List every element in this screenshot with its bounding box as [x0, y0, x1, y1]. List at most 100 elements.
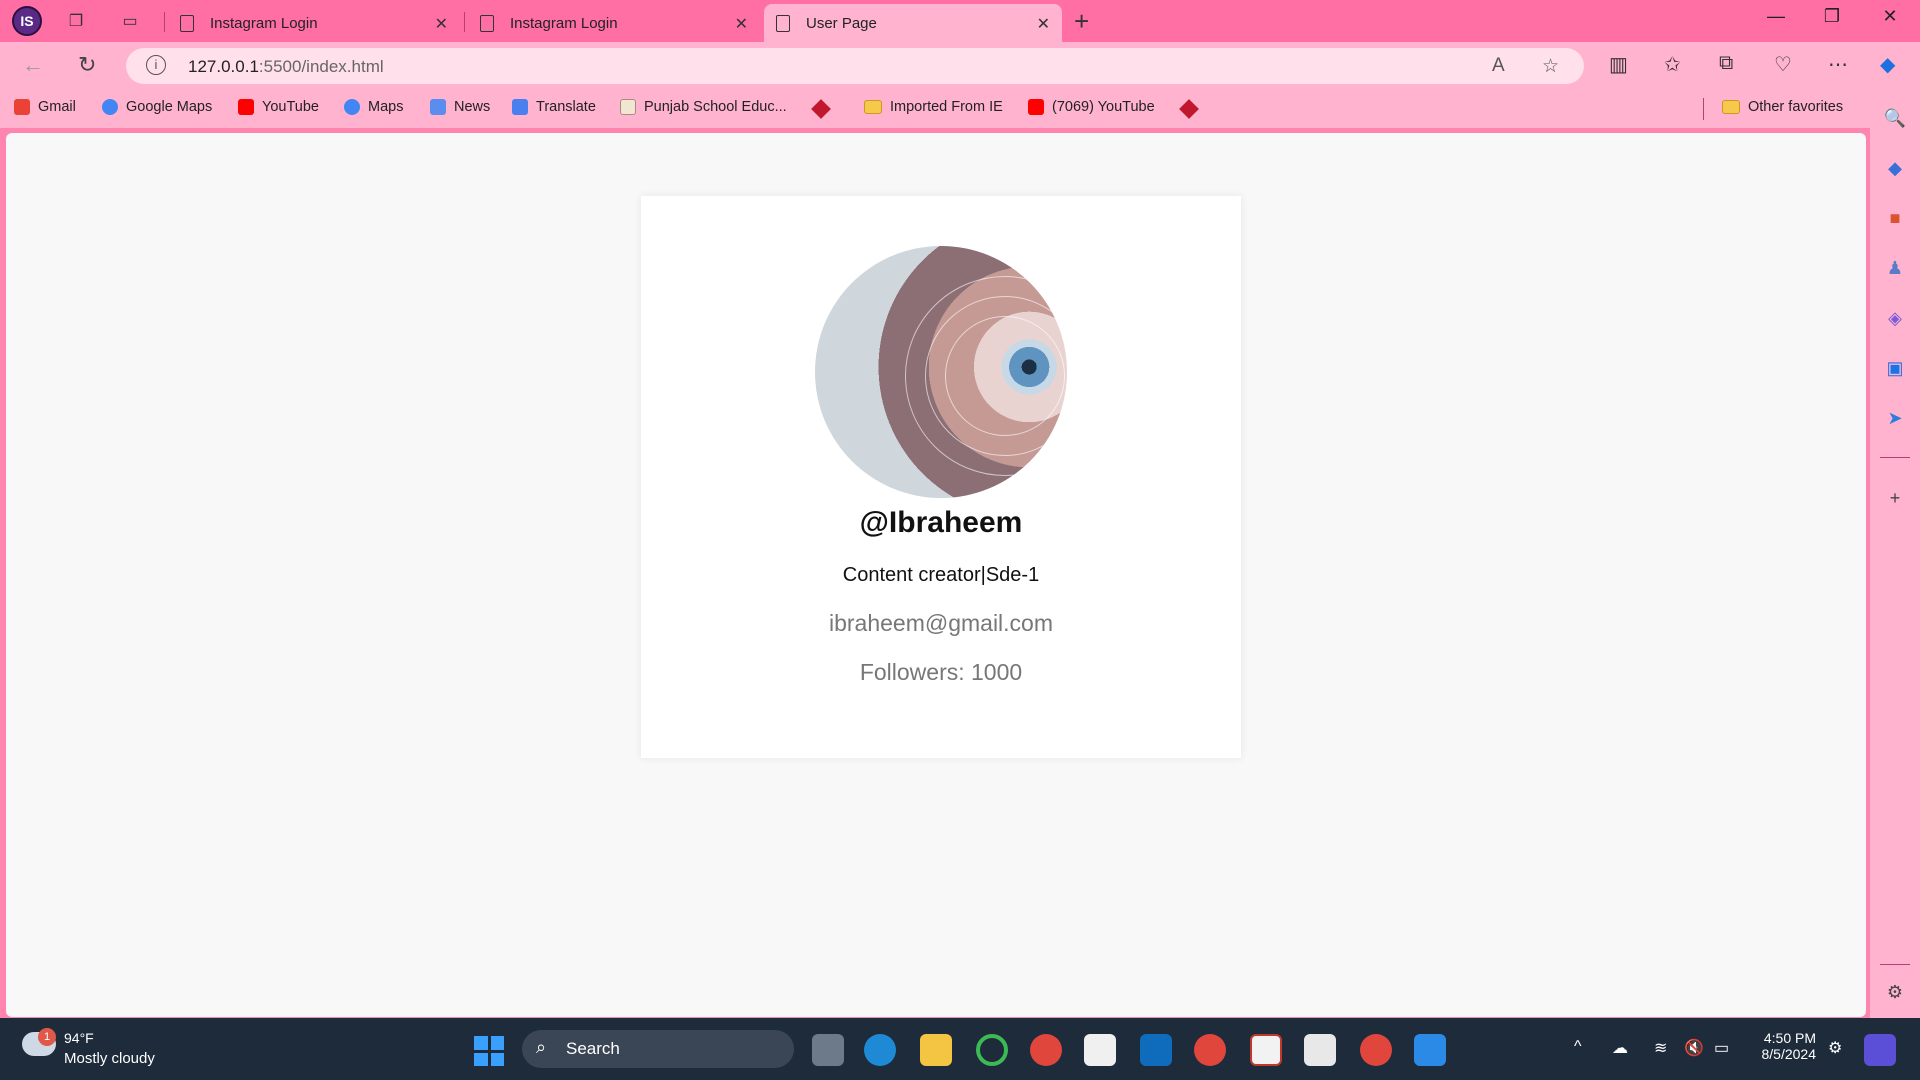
- bookmark-maps[interactable]: Maps: [344, 99, 403, 115]
- tab-title: Instagram Login: [210, 14, 318, 32]
- bookmark-other-favorites[interactable]: Other favorites: [1722, 99, 1843, 115]
- collections-icon[interactable]: ⧉: [1719, 52, 1733, 75]
- vscode-icon[interactable]: [1414, 1034, 1446, 1066]
- task-view-icon[interactable]: [812, 1034, 844, 1066]
- minimize-icon[interactable]: —: [1756, 6, 1796, 27]
- weather-description[interactable]: Mostly cloudy: [64, 1050, 155, 1067]
- gmail-icon: [14, 99, 30, 115]
- bookmark-diamond-2[interactable]: [1179, 99, 1199, 119]
- xampp-icon[interactable]: [1250, 1034, 1282, 1066]
- bookmark-punjab-school[interactable]: Punjab School Educ...: [620, 99, 787, 115]
- tab-instagram-login-1[interactable]: Instagram Login ✕: [168, 4, 460, 42]
- bookmark-translate[interactable]: Translate: [512, 99, 596, 115]
- folder-icon: [1722, 100, 1740, 114]
- folder-icon: [864, 100, 882, 114]
- outlook-icon[interactable]: ▣: [1883, 356, 1907, 380]
- bookmark-gmail[interactable]: Gmail: [14, 99, 76, 115]
- notifications-icon[interactable]: ⚙: [1828, 1038, 1842, 1058]
- page-icon: [180, 14, 194, 32]
- bookmark-imported-from-ie[interactable]: Imported From IE: [864, 99, 1003, 115]
- green-app-icon[interactable]: [976, 1034, 1008, 1066]
- settings-icon[interactable]: ⚙: [1883, 980, 1907, 1004]
- new-tab-icon[interactable]: +: [1074, 6, 1089, 37]
- notification-badge: 1: [38, 1028, 56, 1046]
- edge-sidebar: 🔍 ◆ ■ ♟ ◈ ▣ ➤ + ⚙: [1870, 90, 1920, 1018]
- add-icon[interactable]: +: [1883, 486, 1907, 510]
- microsoft-365-icon[interactable]: ◈: [1883, 306, 1907, 330]
- youtube-icon: [238, 99, 254, 115]
- copilot-preview-icon[interactable]: [1864, 1034, 1896, 1066]
- youtube-icon: [1028, 99, 1044, 115]
- clock[interactable]: 4:50 PM 8/5/2024: [1740, 1030, 1817, 1062]
- battery-icon[interactable]: ▭: [1714, 1038, 1729, 1058]
- followers-count: 1000: [971, 659, 1023, 685]
- bookmark-news[interactable]: News: [430, 99, 490, 115]
- taskbar: 1 94°F Mostly cloudy ⌕ Search ^ ☁ ≋ 🔇 ▭ …: [0, 1018, 1920, 1080]
- profile-card: @Ibraheem Content creator|Sde-1 ibraheem…: [641, 196, 1241, 758]
- tab-title: Instagram Login: [510, 14, 618, 32]
- google-icon: [102, 99, 118, 115]
- send-icon[interactable]: ➤: [1883, 406, 1907, 430]
- refresh-icon[interactable]: ↻: [78, 52, 96, 78]
- title-bar: IS ❐ ▭ Instagram Login ✕ Instagram Login…: [0, 0, 1920, 42]
- close-icon[interactable]: ✕: [1037, 14, 1050, 34]
- favorites-icon[interactable]: ✩: [1664, 52, 1681, 77]
- taskbar-search[interactable]: ⌕ Search: [522, 1030, 794, 1068]
- close-window-icon[interactable]: ✕: [1870, 6, 1910, 27]
- favorite-star-icon[interactable]: ☆: [1542, 55, 1559, 78]
- page-viewport: @Ibraheem Content creator|Sde-1 ibraheem…: [6, 133, 1866, 1017]
- tab-user-page[interactable]: User Page ✕: [764, 4, 1062, 42]
- workspaces-icon[interactable]: ❐: [62, 8, 90, 34]
- followers: Followers: 1000: [641, 659, 1241, 686]
- tab-title: User Page: [806, 14, 877, 32]
- tab-actions-icon[interactable]: ▭: [116, 8, 144, 34]
- wifi-icon[interactable]: ≋: [1654, 1038, 1667, 1058]
- address-bar[interactable]: i 127.0.0.1:5500/index.html A ☆: [126, 48, 1584, 84]
- bookmark-youtube-7069[interactable]: (7069) YouTube: [1028, 99, 1155, 115]
- file-explorer-icon[interactable]: [920, 1034, 952, 1066]
- bookmark-youtube[interactable]: YouTube: [238, 99, 319, 115]
- bookmark-google-maps[interactable]: Google Maps: [102, 99, 212, 115]
- copilot-icon[interactable]: ◆: [1880, 52, 1895, 77]
- bookmark-diamond-1[interactable]: [811, 99, 831, 119]
- microsoft-store-icon[interactable]: [1084, 1034, 1116, 1066]
- split-screen-icon[interactable]: ▥: [1609, 52, 1628, 77]
- games-icon[interactable]: ♟: [1883, 256, 1907, 280]
- url-text[interactable]: 127.0.0.1:5500/index.html: [188, 57, 384, 77]
- read-aloud-icon[interactable]: A: [1492, 55, 1505, 77]
- page-icon: [480, 14, 494, 32]
- back-icon[interactable]: ←: [22, 52, 44, 78]
- shopping-tag-icon[interactable]: ◆: [1883, 156, 1907, 180]
- more-options-icon[interactable]: ⋯: [1828, 52, 1848, 77]
- onedrive-icon[interactable]: ☁: [1612, 1038, 1628, 1058]
- bio: Content creator|Sde-1: [842, 564, 1040, 586]
- outlook-new-icon[interactable]: [1140, 1034, 1172, 1066]
- search-icon[interactable]: 🔍: [1883, 106, 1907, 130]
- temperature[interactable]: 94°F: [64, 1030, 94, 1046]
- site-info-icon[interactable]: i: [146, 55, 166, 75]
- close-icon[interactable]: ✕: [735, 14, 748, 34]
- chevron-up-icon[interactable]: ^: [1574, 1038, 1582, 1056]
- snipping-tool-icon[interactable]: [1304, 1034, 1336, 1066]
- volume-muted-icon[interactable]: 🔇: [1684, 1038, 1704, 1058]
- followers-label: Followers:: [859, 659, 965, 685]
- start-icon[interactable]: [474, 1036, 504, 1066]
- chrome-profile-icon[interactable]: [1194, 1034, 1226, 1066]
- page-icon: [776, 14, 790, 32]
- username: @Ibraheem: [859, 506, 1023, 539]
- diamond-icon: [1179, 99, 1199, 119]
- profile-avatar[interactable]: IS: [12, 6, 42, 36]
- google-icon: [344, 99, 360, 115]
- edge-icon[interactable]: [864, 1034, 896, 1066]
- tools-icon[interactable]: ■: [1883, 206, 1907, 230]
- chrome-profile-2-icon[interactable]: [1360, 1034, 1392, 1066]
- chrome-icon[interactable]: [1030, 1034, 1062, 1066]
- search-icon: ⌕: [536, 1037, 547, 1057]
- bookmarks-bar: Gmail Google Maps YouTube Maps News Tran…: [0, 90, 1870, 128]
- profile-picture: [815, 246, 1067, 498]
- school-icon: [620, 99, 636, 115]
- restore-icon[interactable]: ❐: [1812, 6, 1852, 27]
- close-icon[interactable]: ✕: [435, 14, 448, 34]
- browser-essentials-icon[interactable]: ♡: [1774, 52, 1792, 77]
- tab-instagram-login-2[interactable]: Instagram Login ✕: [468, 4, 760, 42]
